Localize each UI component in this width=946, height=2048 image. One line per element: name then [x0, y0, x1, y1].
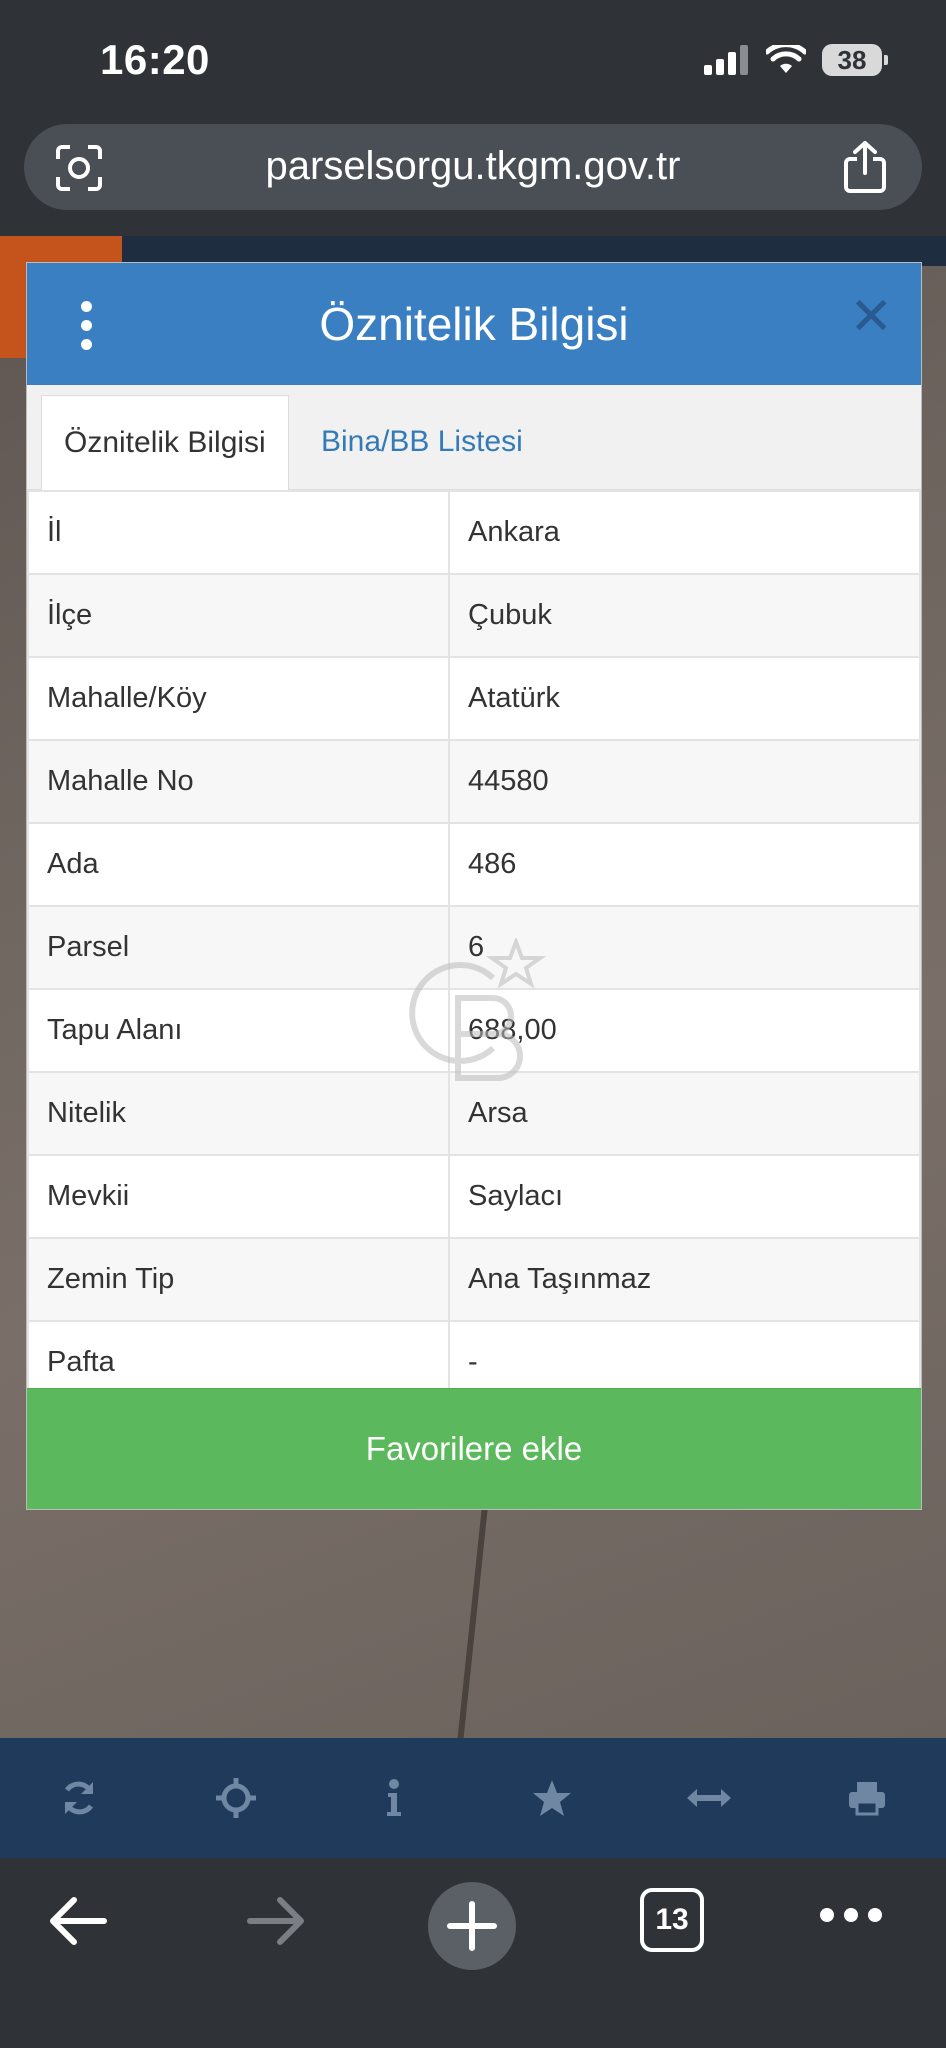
- attr-key: Parsel: [27, 905, 450, 990]
- attr-value: Atatürk: [448, 656, 921, 741]
- address-bar[interactable]: parselsorgu.tkgm.gov.tr: [24, 124, 922, 210]
- map-toolbar: [0, 1738, 946, 1858]
- table-row: Mahalle No 44580: [27, 739, 921, 824]
- table-row: Ada 486: [27, 822, 921, 907]
- table-row: Zemin Tip Ana Taşınmaz: [27, 1237, 921, 1322]
- attr-key: Tapu Alanı: [27, 988, 450, 1073]
- attr-value: Ankara: [448, 490, 921, 575]
- tabs-overview-button[interactable]: 13: [640, 1888, 704, 1952]
- attr-key: Nitelik: [27, 1071, 450, 1156]
- more-options-icon[interactable]: [820, 1908, 892, 1927]
- status-icons: 38: [704, 44, 888, 76]
- attr-key: İlçe: [27, 573, 450, 658]
- info-icon[interactable]: [364, 1768, 424, 1828]
- attr-key: Zemin Tip: [27, 1237, 450, 1322]
- forward-arrow-icon[interactable]: [246, 1896, 306, 1946]
- table-row: İlçe Çubuk: [27, 573, 921, 658]
- browser-bottom-bar: 13: [0, 1858, 946, 2048]
- new-tab-button[interactable]: [428, 1882, 516, 1970]
- attr-key: Mevkii: [27, 1154, 450, 1239]
- status-time: 16:20: [100, 36, 210, 83]
- attribute-info-modal: Öznitelik Bilgisi ✕ Öznitelik Bilgisi Bi…: [26, 262, 922, 1510]
- attr-key: Mahalle/Köy: [27, 656, 450, 741]
- cellular-signal-icon: [704, 45, 748, 75]
- watermark-logo-icon: [409, 938, 547, 1081]
- wifi-icon: [766, 45, 806, 73]
- tab-building-list[interactable]: Bina/BB Listesi: [299, 395, 545, 489]
- plus-icon: [447, 1901, 497, 1951]
- measure-icon[interactable]: [679, 1768, 739, 1828]
- attr-value: Saylacı: [448, 1154, 921, 1239]
- attr-value: 44580: [448, 739, 921, 824]
- print-icon[interactable]: [837, 1768, 897, 1828]
- attr-value: 486: [448, 822, 921, 907]
- refresh-icon[interactable]: [49, 1768, 109, 1828]
- back-arrow-icon[interactable]: [48, 1896, 108, 1946]
- close-icon[interactable]: ✕: [849, 291, 893, 343]
- modal-tabs: Öznitelik Bilgisi Bina/BB Listesi: [27, 385, 921, 490]
- url-text[interactable]: parselsorgu.tkgm.gov.tr: [24, 144, 922, 189]
- attr-key: İl: [27, 490, 450, 575]
- attr-value: Ana Taşınmaz: [448, 1237, 921, 1322]
- modal-header: Öznitelik Bilgisi ✕: [27, 263, 921, 385]
- modal-title: Öznitelik Bilgisi: [319, 298, 629, 350]
- attr-key: Ada: [27, 822, 450, 907]
- table-row: İl Ankara: [27, 490, 921, 575]
- crosshair-icon[interactable]: [206, 1768, 266, 1828]
- table-row: Mahalle/Köy Atatürk: [27, 656, 921, 741]
- table-row: Mevkii Saylacı: [27, 1154, 921, 1239]
- star-icon[interactable]: [522, 1768, 582, 1828]
- attr-key: Mahalle No: [27, 739, 450, 824]
- status-bar: 16:20 38: [0, 0, 946, 120]
- battery-indicator: 38: [822, 44, 888, 76]
- add-to-favorites-button[interactable]: Favorilere ekle: [27, 1388, 921, 1509]
- tab-attribute-info[interactable]: Öznitelik Bilgisi: [41, 395, 289, 490]
- share-icon[interactable]: [842, 141, 888, 193]
- attr-value: Çubuk: [448, 573, 921, 658]
